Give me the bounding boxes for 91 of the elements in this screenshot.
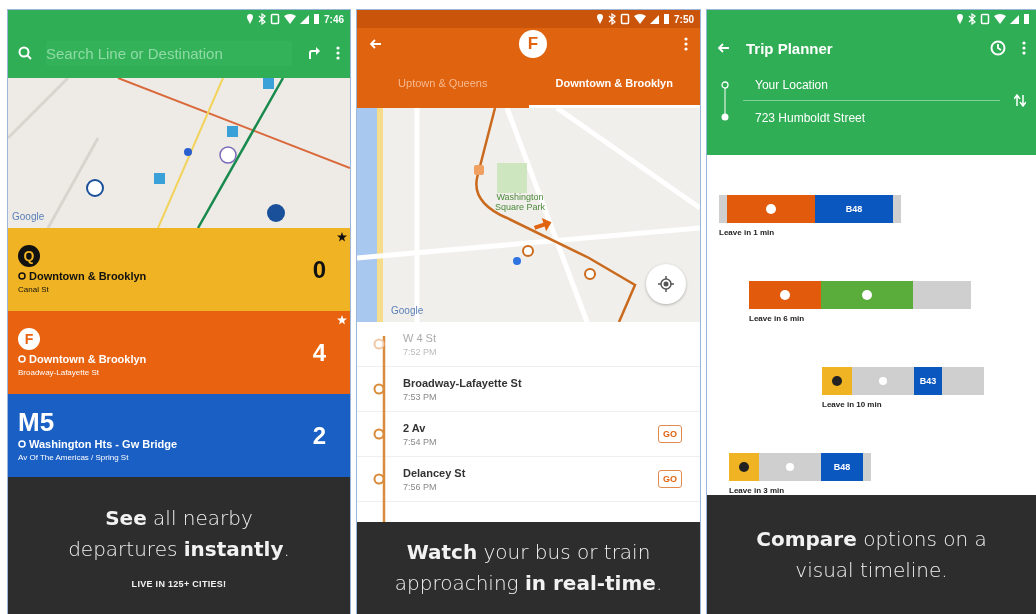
route-icon [738,461,750,473]
leave-time: Leave in 3 min [729,486,786,495]
status-time: 7:46 [324,13,344,25]
minutes-count: 0 [312,255,326,284]
leave-time: Leave in 10 min [822,400,883,409]
caption-text: Watch your bus or train approaching in real-time. [393,539,664,597]
route-badge: F [18,328,40,350]
vibrate-icon [980,13,990,25]
arrival-time: 7:53 PM [403,391,438,402]
stop-name: Broadway-Lafayette St [18,368,100,377]
location-icon [596,13,604,25]
route-badge: Q [18,245,40,267]
route-icon [779,289,791,301]
walk-segment [942,367,984,395]
stop-name: Canal St [18,285,50,294]
stop-name: Av Of The Americas / Spring St [18,453,130,462]
walk-segment [719,195,727,223]
walk-segment [913,281,971,309]
route-name: M5 [18,409,56,435]
direction-icon [18,355,26,363]
battery-icon [663,13,670,25]
direction-text: Downtown & Brooklyn [29,270,147,282]
minutes-count: 4 [312,338,326,367]
location-icon [956,13,964,25]
signal-icon [650,13,659,25]
bluetooth-icon [608,13,616,25]
direction-text: Washington Hts - Gw Bridge [29,438,178,450]
departure-card[interactable]: F Downtown & Brooklyn Broadway-Lafayette St 4 [8,311,350,394]
leave-time: Leave in 6 min [749,314,806,323]
route-dots-icon [721,80,729,121]
departure-card[interactable]: M5 Washington Hts - Gw Bridge Av Of The Americas / Spring St 2 [8,394,350,477]
signal-icon [300,13,309,25]
wifi-icon [994,13,1006,25]
direction-tab[interactable]: Uptown & Queens [357,60,529,108]
bus-segment: B43 [914,367,942,395]
menu-icon [684,36,688,52]
caption-text: See all nearby departures instantly. [67,504,291,563]
walk-segment [893,195,901,223]
battery-icon [1023,13,1030,25]
arrival-time: 7:54 PM [403,436,438,447]
menu-icon [336,45,340,61]
location-icon [246,13,254,25]
destination-field[interactable]: 723 Humboldt Street [743,101,1000,133]
directions-icon [306,45,322,61]
swap-icon [1014,94,1026,107]
arrival-time: 7:52 PM [403,346,438,357]
vibrate-icon [270,13,280,25]
screen-title: Trip Planner [746,39,834,57]
bluetooth-icon [258,13,266,25]
direction-icon [18,440,26,448]
wifi-icon [634,13,646,25]
map-attribution: Google [12,211,45,222]
search-icon [18,46,32,60]
stop-name: Broadway-Lafayette St [403,376,523,389]
minutes-count: 2 [312,421,326,450]
caption-text: Compare options on a visual timeline. [755,525,988,584]
direction-icon [18,272,26,280]
menu-icon [1022,40,1026,56]
route-icon [765,203,777,215]
stop-name: Delancey St [403,466,467,479]
back-arrow-icon [369,38,382,50]
leave-time: Leave in 1 min [719,228,776,237]
direction-text: Downtown & Brooklyn [29,353,147,365]
status-time: 7:50 [674,13,694,25]
route-icon [861,289,873,301]
bluetooth-icon [968,13,976,25]
tagline-text: LIVE IN 125+ CITIES! [131,578,227,589]
park-label: Washington Square Park [494,192,546,212]
search-field[interactable]: Search Line or Destination [46,40,292,66]
go-button[interactable]: GO [658,425,682,443]
origin-field[interactable]: Your Location [743,68,1000,101]
route-badge: F [519,30,547,58]
clock-icon [990,40,1006,56]
battery-icon [313,13,320,25]
vibrate-icon [620,13,630,25]
wifi-icon [284,13,296,25]
route-icon [831,375,843,387]
back-arrow-icon [717,42,730,54]
map-attribution: Google [391,305,424,316]
bus-segment: B48 [821,453,863,481]
stop-name: 2 Av [403,421,427,434]
wait-icon [785,462,795,472]
departure-card[interactable]: Q Downtown & Brooklyn Canal St 0 [8,228,350,311]
location-icon [658,276,674,292]
go-button[interactable]: GO [658,470,682,488]
bus-segment: B48 [815,195,893,223]
walk-segment [863,453,871,481]
signal-icon [1010,13,1019,25]
arrival-time: 7:56 PM [403,481,438,492]
stop-name: W 4 St [403,331,437,344]
wait-icon [878,376,888,386]
